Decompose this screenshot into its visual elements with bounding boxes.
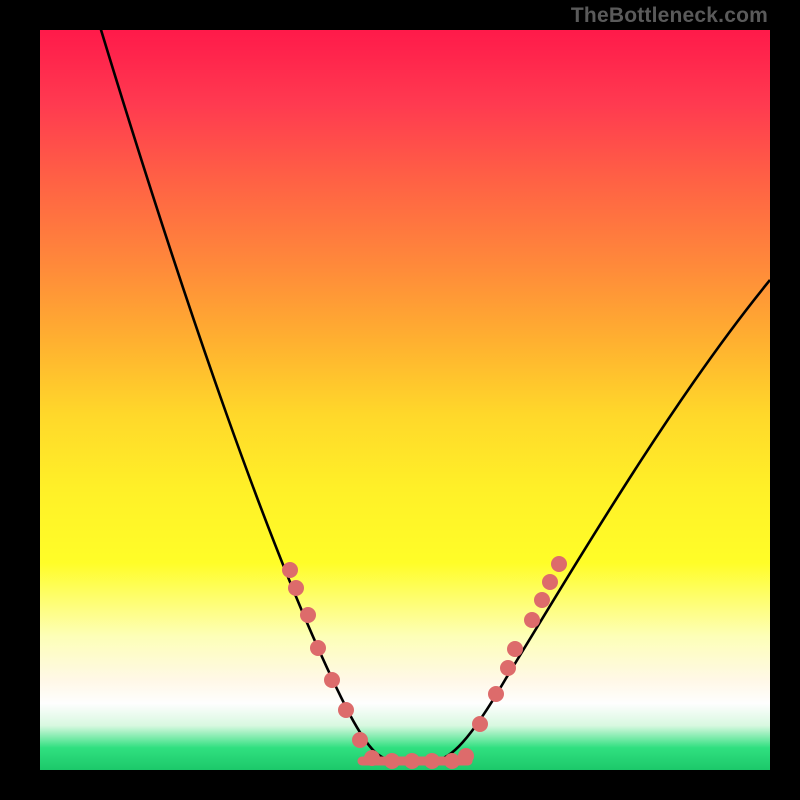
marker-point [458, 748, 474, 764]
chart-canvas: TheBottleneck.com [0, 0, 800, 800]
marker-point [338, 702, 354, 718]
marker-point [524, 612, 540, 628]
marker-point [352, 732, 368, 748]
curve-left-arm [98, 30, 395, 760]
marker-point [507, 641, 523, 657]
marker-point [424, 753, 440, 769]
marker-point [472, 716, 488, 732]
marker-point [444, 753, 460, 769]
marker-point [364, 750, 380, 766]
marker-point [534, 592, 550, 608]
marker-point [488, 686, 504, 702]
chart-svg [40, 30, 770, 770]
marker-point [551, 556, 567, 572]
marker-point [288, 580, 304, 596]
marker-point [282, 562, 298, 578]
marker-point [500, 660, 516, 676]
marker-point [310, 640, 326, 656]
watermark-text: TheBottleneck.com [571, 4, 768, 28]
marker-point [324, 672, 340, 688]
plot-area [40, 30, 770, 770]
marker-point [300, 607, 316, 623]
marker-point [404, 753, 420, 769]
marker-point [542, 574, 558, 590]
curve-right-arm [435, 280, 770, 760]
marker-point [384, 753, 400, 769]
